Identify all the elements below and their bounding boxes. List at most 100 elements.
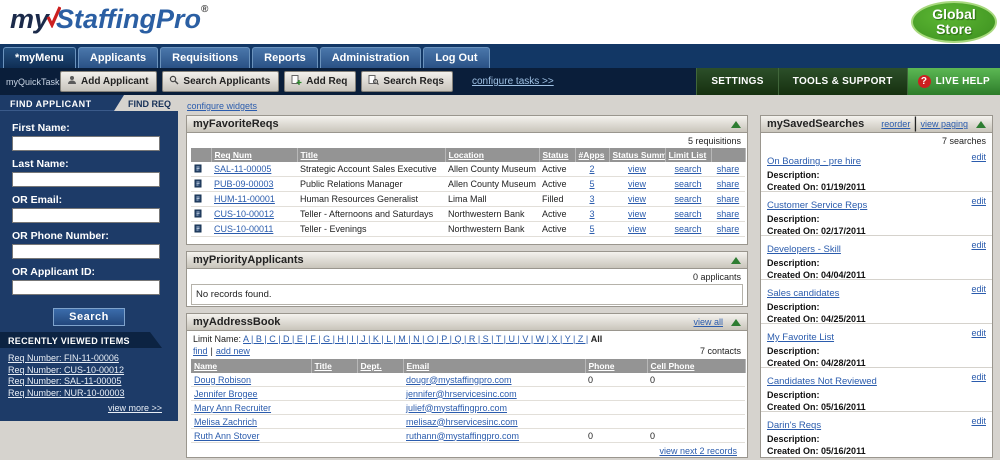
- search-link[interactable]: search: [674, 164, 701, 174]
- contact-email-link[interactable]: melisaz@hrservicesinc.com: [406, 417, 518, 427]
- tools-support-button[interactable]: TOOLS & SUPPORT: [777, 68, 907, 95]
- view-all-link[interactable]: view all: [693, 317, 723, 327]
- phone-input[interactable]: [12, 244, 160, 259]
- saved-search-link[interactable]: Sales candidates: [767, 288, 839, 299]
- view-link[interactable]: view: [628, 164, 646, 174]
- saved-search-link[interactable]: Darin's Reqs: [767, 420, 821, 431]
- col-title[interactable]: Title: [297, 148, 446, 162]
- edit-link[interactable]: edit: [971, 196, 986, 206]
- edit-link[interactable]: edit: [971, 328, 986, 338]
- col-location[interactable]: Location: [445, 148, 540, 162]
- search-applicants-button[interactable]: Search Applicants: [162, 71, 280, 92]
- saved-search-link[interactable]: Developers - Skill: [767, 244, 841, 255]
- contact-email-link[interactable]: dougr@mystaffingpro.com: [406, 375, 512, 385]
- nav-tab-administration[interactable]: Administration: [319, 47, 422, 68]
- search-button[interactable]: Search: [53, 308, 125, 326]
- req-num-link[interactable]: PUB-09-00003: [214, 179, 274, 189]
- add-applicant-button[interactable]: Add Applicant: [60, 71, 158, 92]
- collapse-icon[interactable]: [731, 318, 741, 326]
- settings-button[interactable]: SETTINGS: [696, 68, 778, 95]
- col-req-num[interactable]: Req Num: [211, 148, 298, 162]
- edit-link[interactable]: edit: [971, 372, 986, 382]
- search-link[interactable]: search: [674, 209, 701, 219]
- apps-count-link[interactable]: 5: [589, 179, 594, 189]
- recent-item-link[interactable]: Req Number: SAL-11-00005: [8, 376, 125, 388]
- alphabet-filter-links[interactable]: A | B | C | D | E | F | G | H | I | J | …: [243, 334, 588, 344]
- nav-tab-reports[interactable]: Reports: [252, 47, 318, 68]
- contact-email-link[interactable]: jennifer@hrservicesinc.com: [406, 389, 517, 399]
- contact-name-link[interactable]: Jennifer Brogee: [194, 389, 258, 399]
- add-new-link[interactable]: add new: [216, 346, 250, 356]
- last-name-input[interactable]: [12, 172, 160, 187]
- share-link[interactable]: share: [717, 224, 740, 234]
- edit-link[interactable]: edit: [971, 152, 986, 162]
- collapse-icon[interactable]: [731, 120, 741, 128]
- col-dept[interactable]: Dept.: [357, 359, 404, 373]
- first-name-input[interactable]: [12, 136, 160, 151]
- col-status-summary[interactable]: Status Summary: [609, 148, 666, 162]
- edit-link[interactable]: edit: [971, 240, 986, 250]
- collapse-icon[interactable]: [731, 256, 741, 264]
- apps-count-link[interactable]: 3: [589, 194, 594, 204]
- view-link[interactable]: view: [628, 194, 646, 204]
- col-phone[interactable]: Phone: [585, 359, 648, 373]
- edit-link[interactable]: edit: [971, 416, 986, 426]
- contact-email-link[interactable]: ruthann@mystaffingpro.com: [406, 431, 519, 441]
- req-num-link[interactable]: CUS-10-00011: [214, 224, 273, 234]
- saved-search-link[interactable]: Customer Service Reps: [767, 200, 867, 211]
- share-link[interactable]: share: [717, 179, 740, 189]
- saved-search-link[interactable]: Candidates Not Reviewed: [767, 376, 877, 387]
- tab-find-req[interactable]: FIND REQ: [114, 95, 178, 111]
- contact-name-link[interactable]: Melisa Zachrich: [194, 417, 257, 427]
- view-more-link[interactable]: view more >>: [108, 403, 162, 413]
- saved-search-link[interactable]: On Boarding - pre hire: [767, 156, 861, 167]
- nav-tab-logout[interactable]: Log Out: [423, 47, 490, 68]
- apps-count-link[interactable]: 3: [589, 209, 594, 219]
- recent-item-link[interactable]: Req Number: CUS-10-00012: [8, 365, 125, 377]
- contact-name-link[interactable]: Ruth Ann Stover: [194, 431, 260, 441]
- recent-item-link[interactable]: Req Number: NUR-10-00003: [8, 388, 125, 400]
- nav-tab-mymenu[interactable]: *myMenu: [3, 47, 76, 68]
- applicant-id-input[interactable]: [12, 280, 160, 295]
- saved-search-link[interactable]: My Favorite List: [767, 332, 834, 343]
- reorder-link[interactable]: reorder: [881, 119, 910, 129]
- search-link[interactable]: search: [674, 179, 701, 189]
- view-link[interactable]: view: [628, 224, 646, 234]
- col-cell-phone[interactable]: Cell Phone: [647, 359, 746, 373]
- view-link[interactable]: view: [628, 209, 646, 219]
- apps-count-link[interactable]: 2: [589, 164, 594, 174]
- email-input[interactable]: [12, 208, 160, 223]
- contact-name-link[interactable]: Mary Ann Recruiter: [194, 403, 271, 413]
- find-link[interactable]: find: [193, 346, 208, 356]
- live-help-button[interactable]: ? LIVE HELP: [906, 68, 1000, 95]
- share-link[interactable]: share: [717, 164, 740, 174]
- req-num-link[interactable]: SAL-11-00005: [214, 164, 271, 174]
- req-num-link[interactable]: HUM-11-00001: [214, 194, 275, 204]
- col-name[interactable]: Name: [191, 359, 312, 373]
- configure-widgets-link[interactable]: configure widgets: [187, 101, 257, 111]
- search-link[interactable]: search: [674, 224, 701, 234]
- col-limit-list[interactable]: Limit List: [665, 148, 712, 162]
- col-status[interactable]: Status: [539, 148, 576, 162]
- view-next-records-link[interactable]: view next 2 records: [659, 446, 737, 456]
- add-req-button[interactable]: Add Req: [284, 71, 357, 92]
- configure-tasks-link[interactable]: configure tasks >>: [472, 76, 554, 87]
- nav-tab-applicants[interactable]: Applicants: [77, 47, 159, 68]
- col-apps[interactable]: #Apps: [575, 148, 610, 162]
- alphabet-filter-all[interactable]: All: [591, 334, 603, 344]
- view-link[interactable]: view: [628, 179, 646, 189]
- collapse-icon[interactable]: [976, 120, 986, 128]
- edit-link[interactable]: edit: [971, 284, 986, 294]
- apps-count-link[interactable]: 5: [589, 224, 594, 234]
- search-link[interactable]: search: [674, 194, 701, 204]
- col-title[interactable]: Title: [311, 359, 358, 373]
- req-num-link[interactable]: CUS-10-00012: [214, 209, 274, 219]
- view-paging-link[interactable]: view paging: [920, 119, 968, 129]
- recent-item-link[interactable]: Req Number: FIN-11-00006: [8, 353, 125, 365]
- contact-email-link[interactable]: julief@mystaffingpro.com: [406, 403, 507, 413]
- share-link[interactable]: share: [717, 209, 740, 219]
- search-reqs-button[interactable]: Search Reqs: [361, 71, 453, 92]
- share-link[interactable]: share: [717, 194, 740, 204]
- contact-name-link[interactable]: Doug Robison: [194, 375, 251, 385]
- col-email[interactable]: Email: [403, 359, 586, 373]
